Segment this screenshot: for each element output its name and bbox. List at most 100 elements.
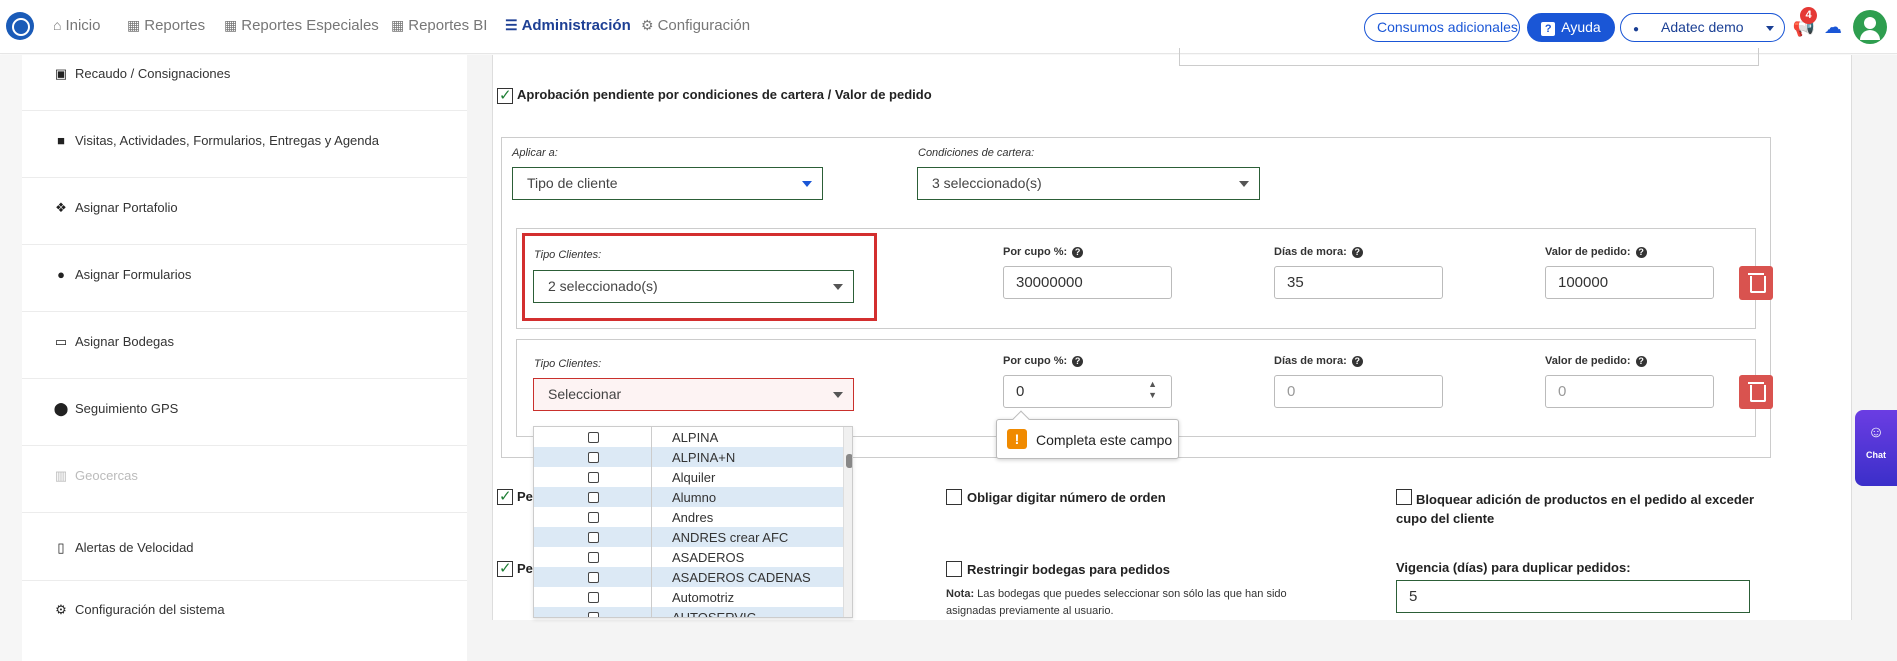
sidebar-item-seguimiento-gps[interactable]: ⬤ Seguimiento GPS: [52, 401, 179, 417]
scrollbar-thumb[interactable]: [846, 454, 852, 468]
restringir-bodegas-checkbox[interactable]: [946, 561, 962, 577]
list-item[interactable]: ALPINA: [534, 427, 844, 447]
delete-row-button[interactable]: [1739, 266, 1773, 300]
nav-reportes-bi[interactable]: ▦ Reportes BI: [391, 17, 487, 34]
user-avatar[interactable]: [1853, 10, 1887, 44]
list-item[interactable]: Alquiler: [534, 467, 844, 487]
list-item[interactable]: Automotriz: [534, 587, 844, 607]
bloquear-cupo-label: Bloquear adición de productos en el pedi…: [1396, 492, 1755, 526]
tipo-clientes-dropdown-list[interactable]: ALPINA ALPINA+N Alquiler Alumno Andres A…: [533, 426, 853, 618]
sidebar-divider: [22, 378, 467, 379]
ayuda-button[interactable]: ? Ayuda: [1527, 13, 1615, 42]
question-circle-icon: ●: [57, 267, 65, 282]
chevron-down-icon: [1239, 181, 1249, 187]
vigencia-input[interactable]: 5: [1396, 580, 1750, 613]
list-item[interactable]: ASADEROS: [534, 547, 844, 567]
sidebar-item-alertas-velocidad[interactable]: ▯ Alertas de Velocidad: [52, 540, 193, 556]
list-item[interactable]: Andres: [534, 507, 844, 527]
valor-pedido-label: Valor de pedido:?: [1545, 246, 1647, 258]
dias-mora-label: Días de mora:?: [1274, 355, 1363, 367]
nav-administracion[interactable]: ☰ Administración: [505, 17, 631, 34]
sidebar-divider: [22, 244, 467, 245]
valor-pedido-input[interactable]: 0: [1545, 375, 1714, 408]
option-checkbox[interactable]: [588, 472, 599, 483]
map-icon: ▥: [54, 468, 68, 483]
option-checkbox[interactable]: [588, 512, 599, 523]
option-checkbox[interactable]: [588, 532, 599, 543]
list-item[interactable]: ASADEROS CADENAS: [534, 567, 844, 587]
help-circle-icon[interactable]: ?: [1635, 356, 1647, 367]
list-item[interactable]: Alumno: [534, 487, 844, 507]
tipo-clientes-select[interactable]: Seleccionar: [533, 378, 854, 411]
inbox-icon: ▭: [54, 334, 68, 349]
cogs-icon: ⚙: [55, 602, 67, 617]
help-circle-icon[interactable]: ?: [1635, 247, 1647, 258]
help-circle-icon[interactable]: ?: [1351, 247, 1363, 258]
aprobacion-label: Aprobación pendiente por condiciones de …: [517, 87, 932, 102]
mobile-alert-icon: ▯: [57, 540, 65, 555]
option-checkbox[interactable]: [588, 432, 599, 443]
delete-row-button[interactable]: [1739, 375, 1773, 409]
money-icon: ▣: [54, 66, 68, 81]
permission-checkbox-2[interactable]: [497, 559, 513, 577]
obligar-orden-checkbox[interactable]: [946, 489, 962, 505]
option-checkbox[interactable]: [588, 592, 599, 603]
sidebar-item-recaudo[interactable]: ▣ Recaudo / Consignaciones: [52, 66, 231, 82]
chat-bot-icon: ☺: [1867, 424, 1885, 441]
option-checkbox[interactable]: [588, 552, 599, 563]
option-checkbox[interactable]: [588, 452, 599, 463]
condiciones-label: Condiciones de cartera:: [918, 147, 1035, 159]
top-navbar: ⌂ Inicio ▦ Reportes ▦ Reportes Especiales ▦…: [0, 0, 1897, 54]
chat-widget-button[interactable]: ☺ Chat: [1855, 410, 1897, 486]
aplicar-label: Aplicar a:: [512, 147, 558, 159]
nav-reportes[interactable]: ▦ Reportes: [127, 17, 205, 34]
chevron-down-icon: [833, 284, 843, 290]
nav-inicio[interactable]: ⌂ Inicio: [53, 17, 101, 34]
nota-text: Nota: Las bodegas que puedes seleccionar…: [946, 588, 1287, 617]
por-cupo-input[interactable]: 0 ▲ ▼: [1003, 375, 1172, 408]
tipo-clientes-select[interactable]: 2 seleccionado(s): [533, 270, 854, 303]
sidebar-item-asignar-bodegas[interactable]: ▭ Asignar Bodegas: [52, 334, 174, 350]
chevron-down-icon: [802, 181, 812, 187]
list-item[interactable]: ALPINA+N: [534, 447, 844, 467]
list-item[interactable]: AUTOSERVIC: [534, 607, 844, 617]
sidebar-divider: [22, 580, 467, 581]
option-checkbox[interactable]: [588, 572, 599, 583]
dias-mora-input[interactable]: 0: [1274, 375, 1443, 408]
condiciones-select[interactable]: 3 seleccionado(s): [917, 167, 1260, 200]
nav-reportes-especiales[interactable]: ▦ Reportes Especiales: [224, 17, 379, 34]
sliders-icon: ☰: [505, 17, 518, 33]
sidebar-item-asignar-portafolio[interactable]: ❖ Asignar Portafolio: [52, 200, 177, 216]
help-circle-icon[interactable]: ?: [1072, 356, 1084, 367]
aplicar-select[interactable]: Tipo de cliente: [512, 167, 823, 200]
option-checkbox[interactable]: [588, 492, 599, 503]
sidebar-divider: [22, 311, 467, 312]
sidebar-item-visitas[interactable]: ■ Visitas, Actividades, Formularios, Entr…: [52, 133, 379, 148]
app-logo-icon[interactable]: [6, 12, 34, 40]
sidebar-item-configuracion-sistema[interactable]: ⚙ Configuración del sistema: [52, 602, 224, 618]
user-menu-dropdown[interactable]: ● Adatec demo: [1620, 13, 1785, 42]
option-checkbox[interactable]: [588, 612, 599, 617]
por-cupo-input[interactable]: 30000000: [1003, 266, 1172, 299]
dropdown-scrollbar[interactable]: [843, 427, 852, 617]
help-circle-icon[interactable]: ?: [1351, 356, 1363, 367]
notification-badge: 4: [1800, 7, 1817, 24]
sidebar-item-asignar-formularios[interactable]: ● Asignar Formularios: [52, 267, 191, 282]
aprobacion-checkbox[interactable]: [497, 86, 513, 104]
previous-field-edge: [1179, 48, 1180, 66]
briefcase-icon: ■: [57, 133, 65, 148]
nav-configuracion[interactable]: ⚙ Configuración: [641, 17, 750, 34]
sidebar-divider: [22, 177, 467, 178]
dias-mora-input[interactable]: 35: [1274, 266, 1443, 299]
user-icon: ●: [1633, 24, 1640, 35]
consumos-adicionales-button[interactable]: Consumos adicionales: [1364, 13, 1520, 42]
number-spinner-icon[interactable]: ▲ ▼: [1148, 379, 1157, 401]
warning-icon: !: [1007, 429, 1027, 449]
cloud-download-icon[interactable]: ☁: [1820, 14, 1846, 40]
sidebar-menu: ▣ Recaudo / Consignaciones ■ Visitas, Acti…: [22, 55, 467, 661]
permission-checkbox-1[interactable]: [497, 487, 513, 505]
valor-pedido-input[interactable]: 100000: [1545, 266, 1714, 299]
list-item[interactable]: ANDRES crear AFC: [534, 527, 844, 547]
chevron-down-icon: [833, 392, 843, 398]
help-circle-icon[interactable]: ?: [1072, 247, 1084, 258]
